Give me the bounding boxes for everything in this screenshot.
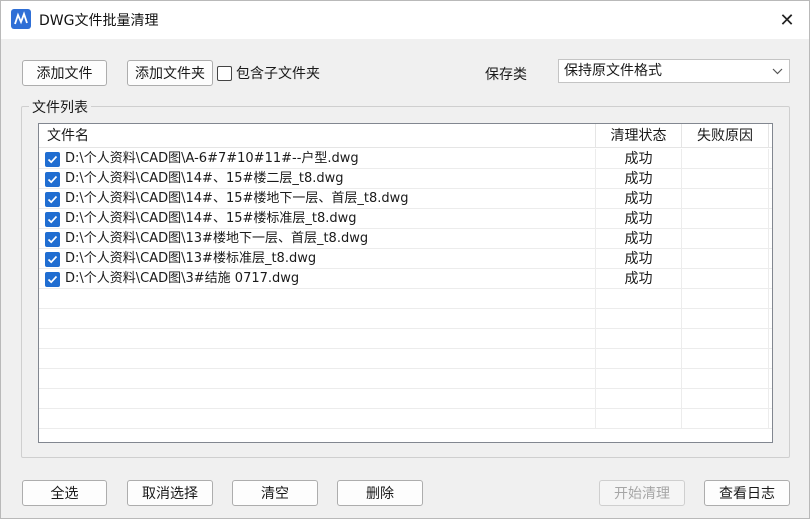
- table-row: [39, 289, 772, 309]
- table-row: [39, 329, 772, 349]
- save-type-label: 保存类: [485, 67, 527, 83]
- reason-cell: [682, 209, 769, 229]
- empty-cell: [39, 389, 596, 409]
- title-bar: DWG文件批量清理 ✕: [1, 1, 809, 39]
- column-header-filename[interactable]: 文件名: [39, 124, 596, 148]
- table-row[interactable]: D:\个人资料\CAD图\13#楼地下一层、首层_t8.dwg 成功: [39, 229, 772, 249]
- file-name-cell: D:\个人资料\CAD图\14#、15#楼地下一层、首层_t8.dwg: [39, 189, 596, 209]
- file-name-cell: D:\个人资料\CAD图\A-6#7#10#11#--户型.dwg: [39, 149, 596, 169]
- empty-cell: [682, 309, 769, 329]
- empty-cell: [682, 409, 769, 429]
- table-row: [39, 349, 772, 369]
- start-cleanup-button[interactable]: 开始清理: [599, 480, 685, 506]
- empty-cell: [596, 349, 682, 369]
- delete-button[interactable]: 删除: [337, 480, 423, 506]
- column-header-status[interactable]: 清理状态: [596, 124, 682, 148]
- table-row[interactable]: D:\个人资料\CAD图\14#、15#楼二层_t8.dwg 成功: [39, 169, 772, 189]
- file-name-cell: D:\个人资料\CAD图\13#楼标准层_t8.dwg: [39, 249, 596, 269]
- list-rows: D:\个人资料\CAD图\A-6#7#10#11#--户型.dwg 成功 D:\个人…: [39, 149, 772, 429]
- reason-cell: [682, 169, 769, 189]
- dwg-cleanup-dialog: DWG文件批量清理 ✕ 添加文件 添加文件夹 包含子文件夹 保存类 保持原文件格…: [0, 0, 810, 519]
- table-row: [39, 309, 772, 329]
- reason-cell: [682, 149, 769, 169]
- chevron-down-icon: [772, 60, 783, 90]
- table-row: [39, 369, 772, 389]
- status-cell: 成功: [596, 209, 682, 229]
- table-row[interactable]: D:\个人资料\CAD图\3#结施 0717.dwg 成功: [39, 269, 772, 289]
- status-cell: 成功: [596, 269, 682, 289]
- list-header: 文件名 清理状态 失败原因: [39, 124, 772, 148]
- deselect-button[interactable]: 取消选择: [127, 480, 213, 506]
- empty-cell: [682, 349, 769, 369]
- empty-cell: [682, 289, 769, 309]
- close-icon: ✕: [779, 9, 795, 31]
- empty-cell: [596, 329, 682, 349]
- empty-cell: [596, 409, 682, 429]
- reason-cell: [682, 269, 769, 289]
- reason-cell: [682, 249, 769, 269]
- checkbox-box[interactable]: [217, 65, 232, 81]
- empty-cell: [596, 309, 682, 329]
- table-row[interactable]: D:\个人资料\CAD图\A-6#7#10#11#--户型.dwg 成功: [39, 149, 772, 169]
- empty-cell: [39, 289, 596, 309]
- close-button[interactable]: ✕: [765, 1, 809, 39]
- add-file-button[interactable]: 添加文件: [22, 60, 107, 86]
- add-folder-button[interactable]: 添加文件夹: [127, 60, 213, 86]
- table-row[interactable]: D:\个人资料\CAD图\14#、15#楼标准层_t8.dwg 成功: [39, 209, 772, 229]
- reason-cell: [682, 229, 769, 249]
- app-logo-icon: [11, 9, 31, 29]
- include-subfolders-checkbox[interactable]: 包含子文件夹: [217, 63, 320, 83]
- file-name-cell: D:\个人资料\CAD图\13#楼地下一层、首层_t8.dwg: [39, 229, 596, 249]
- table-row: [39, 409, 772, 429]
- empty-cell: [596, 369, 682, 389]
- empty-cell: [682, 389, 769, 409]
- save-format-select[interactable]: 保持原文件格式: [558, 59, 790, 83]
- empty-cell: [596, 289, 682, 309]
- table-row[interactable]: D:\个人资料\CAD图\13#楼标准层_t8.dwg 成功: [39, 249, 772, 269]
- empty-cell: [39, 329, 596, 349]
- include-subfolders-label: 包含子文件夹: [236, 66, 320, 82]
- status-cell: 成功: [596, 229, 682, 249]
- status-cell: 成功: [596, 149, 682, 169]
- empty-cell: [39, 309, 596, 329]
- select-all-button[interactable]: 全选: [22, 480, 107, 506]
- status-cell: 成功: [596, 169, 682, 189]
- clear-button[interactable]: 清空: [232, 480, 318, 506]
- reason-cell: [682, 189, 769, 209]
- empty-cell: [682, 369, 769, 389]
- status-cell: 成功: [596, 249, 682, 269]
- column-header-reason[interactable]: 失败原因: [682, 124, 769, 148]
- file-list-view[interactable]: 文件名 清理状态 失败原因 D:\个人资料\CAD图\A-6#7#10#11#-…: [38, 123, 773, 443]
- save-format-value: 保持原文件格式: [564, 63, 662, 79]
- empty-cell: [39, 349, 596, 369]
- file-list-group-label: 文件列表: [29, 97, 91, 117]
- table-row[interactable]: D:\个人资料\CAD图\14#、15#楼地下一层、首层_t8.dwg 成功: [39, 189, 772, 209]
- empty-cell: [682, 329, 769, 349]
- table-row: [39, 389, 772, 409]
- status-cell: 成功: [596, 189, 682, 209]
- window-title: DWG文件批量清理: [39, 13, 159, 29]
- empty-cell: [39, 409, 596, 429]
- view-log-button[interactable]: 查看日志: [704, 480, 790, 506]
- file-name-cell: D:\个人资料\CAD图\14#、15#楼二层_t8.dwg: [39, 169, 596, 189]
- empty-cell: [596, 389, 682, 409]
- file-name-cell: D:\个人资料\CAD图\3#结施 0717.dwg: [39, 269, 596, 289]
- empty-cell: [39, 369, 596, 389]
- file-name-cell: D:\个人资料\CAD图\14#、15#楼标准层_t8.dwg: [39, 209, 596, 229]
